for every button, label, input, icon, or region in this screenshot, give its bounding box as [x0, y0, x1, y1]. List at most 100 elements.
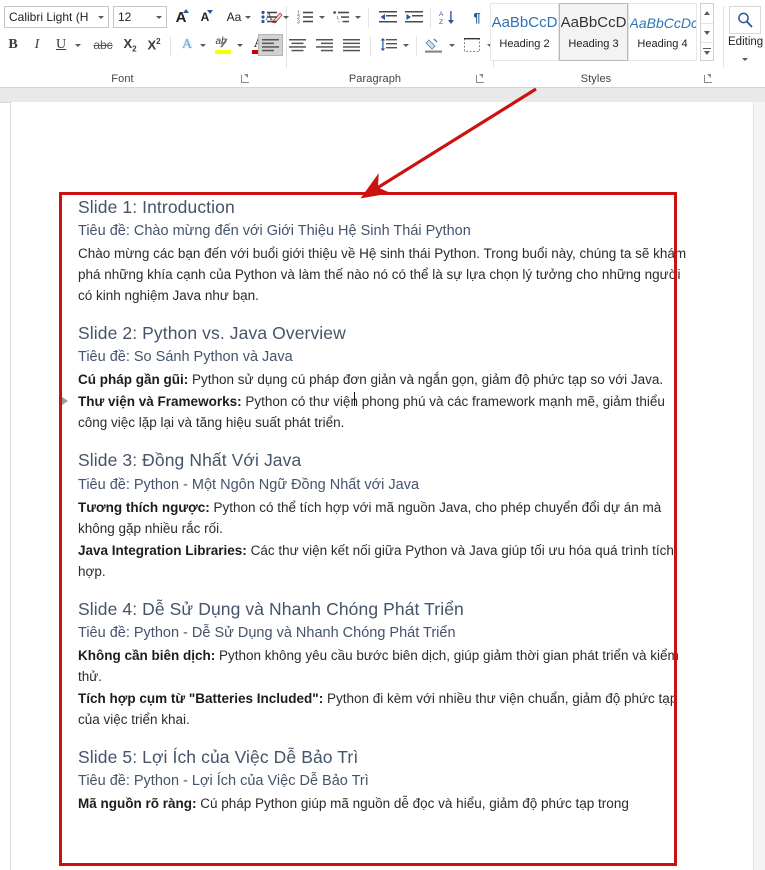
multilevel-list-dropdown[interactable] [352, 6, 363, 28]
styles-scroll-down-button[interactable] [701, 23, 713, 41]
doc-block-slide4: Slide 4: Dễ Sử Dụng và Nhanh Chóng Phát … [78, 598, 688, 730]
doc-paragraph: Mã nguồn rõ ràng: Cú pháp Python giúp mã… [78, 793, 688, 814]
styles-more-button[interactable] [701, 42, 713, 60]
collapse-triangle-slide2[interactable] [62, 397, 68, 405]
style-name: Heading 2 [499, 38, 550, 50]
doc-paragraph-bold: Thư viện và Frameworks: [78, 394, 242, 410]
more-styles-icon [704, 50, 710, 55]
scroll-down-icon [704, 30, 710, 35]
shading-button[interactable] [422, 34, 446, 56]
style-item-heading-4[interactable]: AaBbCcDc Heading 4 [628, 3, 697, 61]
bold-button[interactable]: B [2, 34, 24, 56]
style-preview: AaBbCcD [560, 14, 627, 31]
more-styles-bar-icon [703, 48, 711, 50]
word-window: Calibri Light (H 12 A A Aa A B I U abc X… [0, 0, 765, 870]
line-spacing-icon [380, 38, 397, 51]
align-center-button[interactable] [285, 34, 310, 56]
text-highlight-button[interactable]: ab [211, 34, 235, 56]
borders-button[interactable] [460, 34, 484, 56]
change-case-button[interactable]: Aa [222, 6, 256, 28]
subscript-button[interactable]: X2 [118, 34, 142, 56]
align-right-icon [316, 38, 333, 51]
svg-text:i: i [338, 19, 339, 24]
line-spacing-dropdown[interactable] [400, 34, 411, 56]
text-effects-button[interactable]: A [176, 34, 198, 56]
doc-heading: Slide 4: Dễ Sử Dụng và Nhanh Chóng Phát … [78, 598, 464, 619]
justify-button[interactable] [339, 34, 364, 56]
editing-dropdown-button[interactable] [735, 52, 755, 66]
svg-text:Z: Z [439, 19, 443, 25]
styles-scroll-strip [700, 3, 714, 61]
text-effects-dropdown[interactable] [197, 34, 209, 56]
shrink-font-button[interactable]: A [194, 6, 216, 28]
increase-indent-button[interactable] [402, 6, 426, 28]
paragraph-group-label: Paragraph [348, 73, 402, 85]
numbering-icon: 1 2 3 [297, 11, 313, 25]
underline-button[interactable]: U [50, 34, 72, 56]
document-background-strip [0, 88, 765, 103]
shading-dropdown[interactable] [446, 34, 457, 56]
bullets-dropdown[interactable] [280, 6, 291, 28]
align-right-button[interactable] [312, 34, 337, 56]
font-name-value: Calibri Light (H [9, 10, 89, 24]
styles-gallery[interactable]: AaBbCcD Heading 2 AaBbCcD Heading 3 AaBb… [490, 3, 698, 61]
style-name: Heading 3 [568, 38, 619, 50]
font-size-value: 12 [118, 10, 132, 24]
text-highlight-dropdown[interactable] [234, 34, 246, 56]
strikethrough-button[interactable]: abc [90, 34, 116, 56]
chevron-down-icon [742, 57, 748, 61]
sort-button[interactable]: A Z [436, 6, 460, 28]
ribbon-group-styles: AaBbCcD Heading 2 AaBbCcD Heading 3 AaBb… [490, 0, 724, 88]
grow-font-arrow-icon [183, 9, 189, 13]
bullets-button[interactable] [258, 6, 280, 28]
vertical-scrollbar[interactable] [753, 102, 765, 870]
strikethrough-label: abc [93, 38, 113, 52]
underline-dropdown[interactable] [72, 34, 84, 56]
doc-subheading: Tiêu đề: So Sánh Python và Java [78, 349, 293, 366]
doc-paragraph-bold: Tương thích ngược: [78, 499, 210, 515]
decrease-indent-button[interactable] [376, 6, 400, 28]
font-name-combo[interactable]: Calibri Light (H [4, 6, 109, 28]
superscript-button[interactable]: X2 [142, 34, 166, 56]
font-size-dropdown-icon[interactable] [151, 7, 166, 27]
italic-button[interactable]: I [26, 34, 48, 56]
doc-heading: Slide 1: Introduction [78, 197, 235, 217]
grow-font-button[interactable]: A [170, 6, 192, 28]
doc-paragraph: Không cần biên dịch: Python không yêu cầ… [78, 645, 688, 687]
doc-paragraph-bold: Tích hợp cụm từ "Batteries Included": [78, 690, 324, 706]
doc-block-slide2: Slide 2: Python vs. Java Overview Tiêu đ… [78, 322, 688, 433]
doc-block-slide1: Slide 1: Introduction Tiêu đề: Chào mừng… [78, 196, 688, 306]
document-content[interactable]: Slide 1: Introduction Tiêu đề: Chào mừng… [78, 196, 688, 815]
doc-paragraph-text: Chào mừng các bạn đến với buổi giới thiệ… [78, 246, 687, 304]
style-item-heading-3[interactable]: AaBbCcD Heading 3 [559, 3, 628, 61]
doc-block-slide5: Slide 5: Lợi Ích của Việc Dễ Bảo Trì Tiê… [78, 746, 688, 814]
doc-paragraph: Cú pháp gần gũi: Python sử dụng cú pháp … [78, 369, 688, 390]
multilevel-list-button[interactable]: 1 i [330, 6, 352, 28]
text-effects-label: A [181, 37, 193, 52]
find-button[interactable] [729, 6, 761, 34]
search-icon [738, 12, 753, 28]
doc-paragraph-text: Python sử dụng cú pháp đơn giản và ngắn … [188, 372, 664, 388]
align-left-button[interactable] [258, 34, 283, 56]
style-item-heading-2[interactable]: AaBbCcD Heading 2 [490, 3, 559, 61]
styles-dialog-launcher[interactable] [703, 73, 714, 84]
doc-paragraph: Thư viện và Frameworks: Python có thư vi… [78, 391, 688, 433]
font-name-dropdown-icon[interactable] [93, 7, 108, 27]
numbering-dropdown[interactable] [316, 6, 327, 28]
font-size-combo[interactable]: 12 [113, 6, 167, 28]
show-formatting-marks-button[interactable]: ¶ [466, 6, 488, 28]
doc-heading: Slide 3: Đồng Nhất Với Java [78, 450, 302, 471]
svg-text:3: 3 [297, 20, 300, 25]
doc-subheading: Tiêu đề: Python - Dễ Sử Dụng và Nhanh Ch… [78, 624, 456, 641]
doc-block-slide3: Slide 3: Đồng Nhất Với Java Tiêu đề: Pyt… [78, 449, 688, 581]
doc-heading: Slide 2: Python vs. Java Overview [78, 323, 346, 344]
line-spacing-button[interactable] [378, 34, 400, 56]
justify-icon [343, 38, 360, 51]
numbering-button[interactable]: 1 2 3 [294, 6, 316, 28]
styles-scroll-up-button[interactable] [701, 4, 713, 22]
align-left-icon [262, 38, 279, 51]
doc-subheading: Tiêu đề: Chào mừng đến với Giới Thiệu Hệ… [78, 223, 471, 240]
paragraph-dialog-launcher[interactable] [475, 73, 486, 84]
doc-paragraph: Java Integration Libraries: Các thư viện… [78, 540, 688, 582]
doc-paragraph: Chào mừng các bạn đến với buổi giới thiệ… [78, 243, 688, 306]
